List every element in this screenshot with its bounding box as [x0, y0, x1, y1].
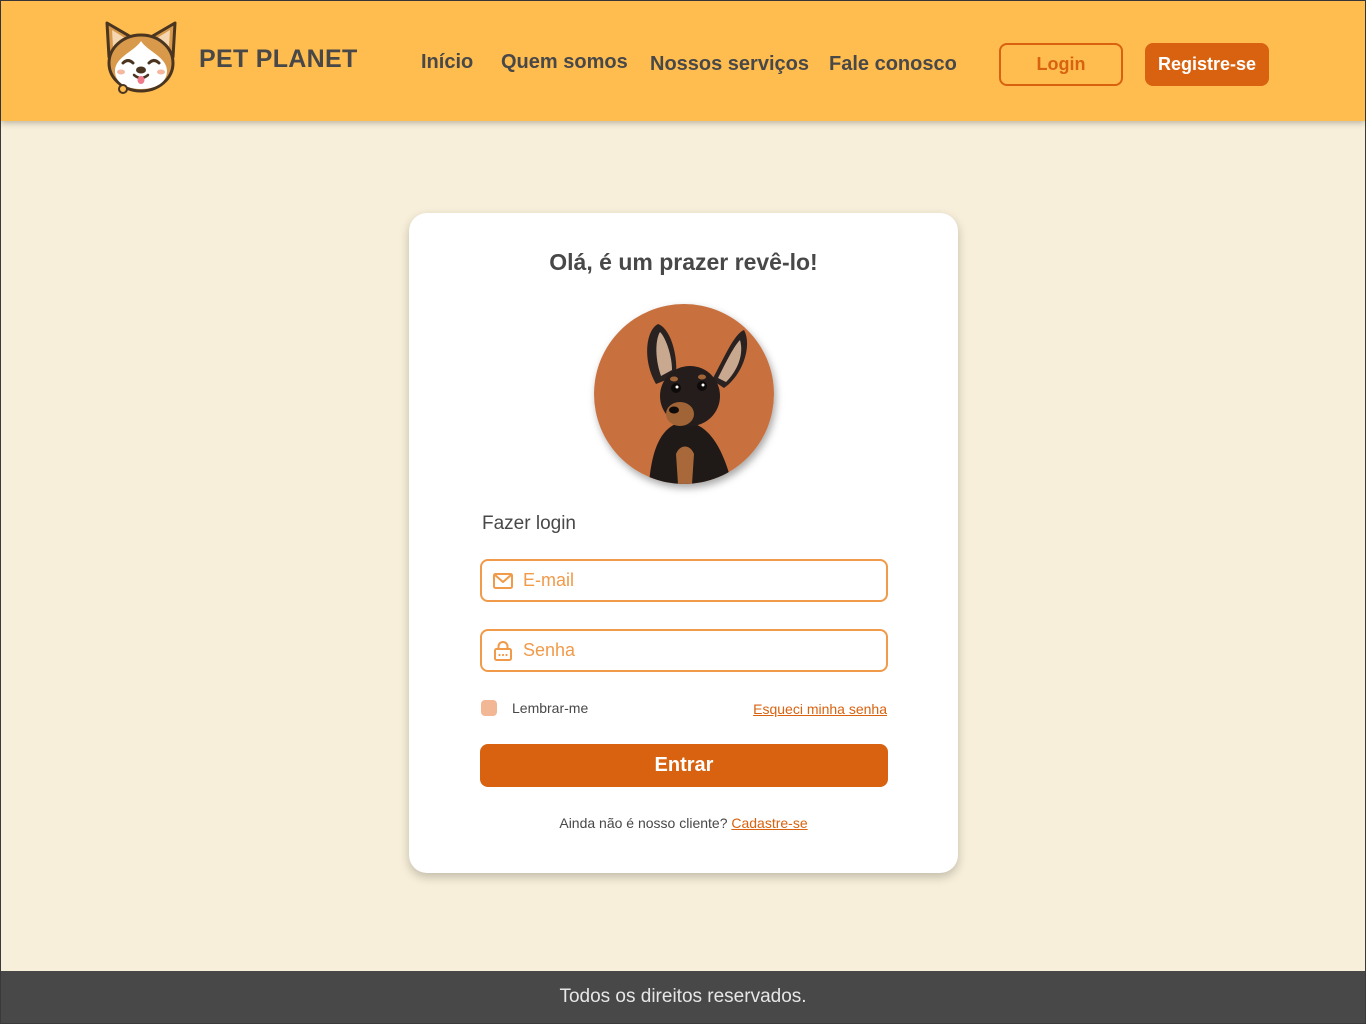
dog-avatar — [594, 304, 774, 484]
nav-nossos-servicos[interactable]: Nossos serviços — [650, 53, 809, 76]
corgi-dog-logo-icon[interactable] — [101, 17, 181, 95]
page-footer: Todos os direitos reservados. — [1, 971, 1365, 1023]
nav-inicio[interactable]: Início — [421, 51, 473, 74]
card-title: Olá, é um prazer revê-lo! — [549, 249, 818, 275]
nav-fale-conosco[interactable]: Fale conosco — [829, 53, 957, 76]
nav-quem-somos[interactable]: Quem somos — [501, 51, 628, 74]
footer-text: Todos os direitos reservados. — [559, 986, 807, 1007]
login-button[interactable]: Login — [999, 43, 1123, 86]
email-field[interactable] — [480, 559, 888, 602]
signup-prompt-row: Ainda não é nosso cliente? Cadastre-se — [409, 815, 958, 831]
top-header: PET PLANET Início Quem somos Nossos serv… — [1, 1, 1365, 121]
remember-me-checkbox[interactable] — [481, 700, 497, 716]
brand-name: PET PLANET — [199, 45, 358, 73]
login-card: Olá, é um prazer revê-lo! Fazer login E-… — [409, 213, 958, 873]
dog-photo — [594, 304, 774, 484]
register-button[interactable]: Registre-se — [1145, 43, 1269, 86]
remember-me-label: Lembrar-me — [512, 700, 589, 716]
remember-me-row: Lembrar-me — [481, 700, 588, 716]
password-input[interactable] — [523, 632, 873, 669]
lock-icon — [494, 640, 512, 661]
email-input[interactable] — [523, 562, 873, 599]
signup-link[interactable]: Cadastre-se — [731, 815, 807, 831]
forgot-password-link[interactable]: Esqueci minha senha — [753, 701, 887, 717]
password-field[interactable] — [480, 629, 888, 672]
signup-prompt-text: Ainda não é nosso cliente? — [559, 815, 732, 831]
login-section-label: Fazer login — [482, 513, 576, 534]
submit-login-button[interactable]: Entrar — [480, 744, 888, 787]
mail-icon — [493, 572, 513, 589]
